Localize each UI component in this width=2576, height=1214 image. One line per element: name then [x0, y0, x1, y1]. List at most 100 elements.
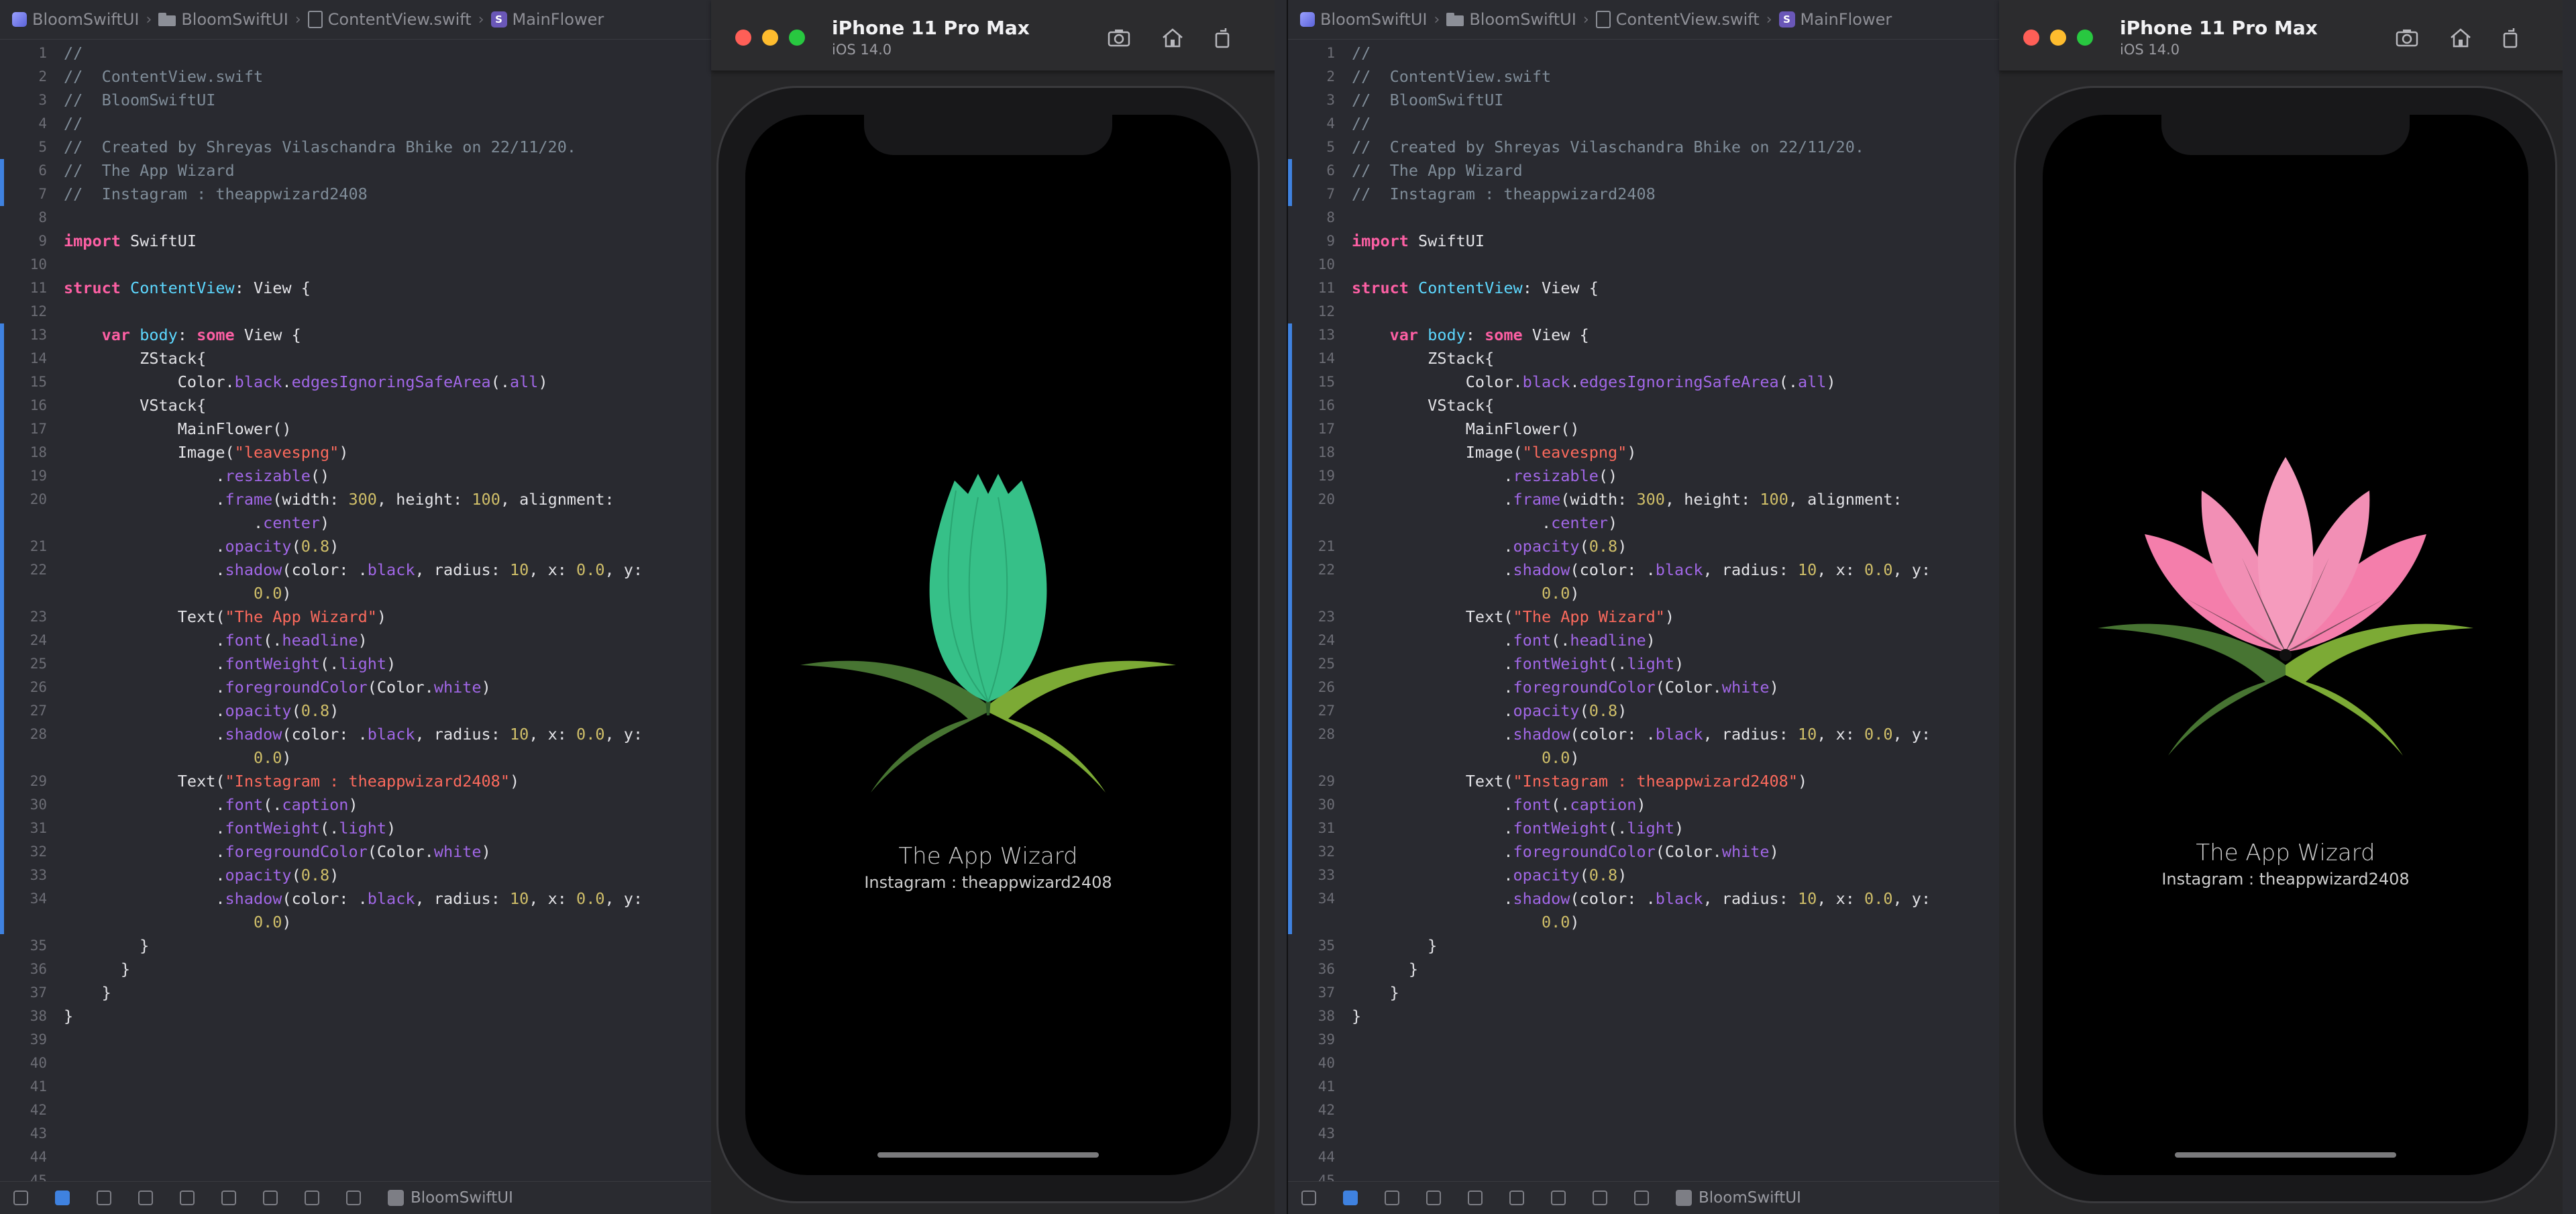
code-line[interactable]: 4 //: [1288, 112, 1999, 136]
code-line[interactable]: .center): [0, 511, 711, 535]
code-line[interactable]: 37 }: [0, 981, 711, 1005]
screenshot-camera-icon[interactable]: [1107, 27, 1131, 48]
code-line[interactable]: 0.0): [0, 582, 711, 605]
code-line[interactable]: 1 //: [1288, 42, 1999, 65]
code-line[interactable]: 11 struct ContentView: View {: [1288, 276, 1999, 300]
code-line[interactable]: 40: [0, 1052, 711, 1075]
code-line[interactable]: 21 .opacity(0.8): [1288, 535, 1999, 558]
code-line[interactable]: 29 Text("Instagram : theappwizard2408"): [1288, 770, 1999, 793]
code-line[interactable]: 38}: [1288, 1005, 1999, 1028]
breadcrumb-project[interactable]: BloomSwiftUI: [1300, 10, 1428, 29]
code-line[interactable]: 22 .shadow(color: .black, radius: 10, x:…: [0, 558, 711, 582]
rotate-device-icon[interactable]: [2499, 27, 2523, 48]
code-line[interactable]: 25 .fontWeight(.light): [1288, 652, 1999, 676]
code-line[interactable]: 20 .frame(width: 300, height: 100, align…: [0, 488, 711, 511]
code-line[interactable]: 2 // ContentView.swift: [1288, 65, 1999, 89]
code-line[interactable]: 10: [0, 253, 711, 276]
code-line[interactable]: 19 .resizable(): [0, 464, 711, 488]
code-line[interactable]: 44: [1288, 1146, 1999, 1169]
scheme-selector[interactable]: BloomSwiftUI: [388, 1189, 513, 1207]
code-line[interactable]: 35 }: [0, 934, 711, 958]
code-line[interactable]: 3 // BloomSwiftUI: [0, 89, 711, 112]
code-line[interactable]: 32 .foregroundColor(Color.white): [1288, 840, 1999, 864]
code-line[interactable]: 0.0): [1288, 746, 1999, 770]
code-line[interactable]: 18 Image("leavespng"): [0, 441, 711, 464]
code-line[interactable]: 41: [1288, 1075, 1999, 1099]
close-window-button[interactable]: [735, 30, 751, 46]
code-line[interactable]: 3 // BloomSwiftUI: [1288, 89, 1999, 112]
code-line[interactable]: 2 // ContentView.swift: [0, 65, 711, 89]
scheme-selector[interactable]: BloomSwiftUI: [1676, 1189, 1801, 1207]
source-change-bar[interactable]: [1288, 159, 1292, 206]
code-line[interactable]: 42: [0, 1099, 711, 1122]
code-line[interactable]: 5 // Created by Shreyas Vilaschandra Bhik…: [1288, 136, 1999, 159]
step-into-icon[interactable]: [1468, 1191, 1483, 1205]
code-line[interactable]: 11 struct ContentView: View {: [0, 276, 711, 300]
code-editor[interactable]: 1 // 2 // ContentView.swift 3 // BloomSwiftUI…: [0, 42, 711, 1188]
code-line[interactable]: 14 ZStack{: [0, 347, 711, 370]
code-line[interactable]: 23 Text("The App Wizard"): [0, 605, 711, 629]
code-line[interactable]: 0.0): [1288, 911, 1999, 934]
step-into-icon[interactable]: [180, 1191, 195, 1205]
code-line[interactable]: 29 Text("Instagram : theappwizard2408"): [0, 770, 711, 793]
iphone-screen[interactable]: The App Wizard Instagram : theappwizard2…: [745, 115, 1231, 1175]
code-line[interactable]: 12: [1288, 300, 1999, 323]
code-line[interactable]: 41: [0, 1075, 711, 1099]
memory-graph-icon[interactable]: [1593, 1191, 1607, 1205]
code-line[interactable]: 28 .shadow(color: .black, radius: 10, x:…: [1288, 723, 1999, 746]
code-line[interactable]: 35 }: [1288, 934, 1999, 958]
step-out-icon[interactable]: [221, 1191, 236, 1205]
code-line[interactable]: 30 .font(.caption): [1288, 793, 1999, 817]
code-line[interactable]: 31 .fontWeight(.light): [1288, 817, 1999, 840]
code-line[interactable]: 36 }: [0, 958, 711, 981]
source-change-bar[interactable]: [0, 159, 4, 206]
code-line[interactable]: 0.0): [1288, 582, 1999, 605]
breadcrumb-folder[interactable]: BloomSwiftUI: [158, 10, 288, 29]
code-line[interactable]: 8: [1288, 206, 1999, 230]
step-out-icon[interactable]: [1509, 1191, 1524, 1205]
code-line[interactable]: 36 }: [1288, 958, 1999, 981]
code-line[interactable]: 20 .frame(width: 300, height: 100, align…: [1288, 488, 1999, 511]
view-hierarchy-icon[interactable]: [263, 1191, 278, 1205]
breadcrumb-symbol[interactable]: S MainFlower: [1778, 10, 1892, 29]
code-line[interactable]: 24 .font(.headline): [1288, 629, 1999, 652]
code-line[interactable]: 0.0): [0, 911, 711, 934]
step-over-icon[interactable]: [1426, 1191, 1441, 1205]
code-line[interactable]: 7 // Instagram : theappwizard2408: [1288, 183, 1999, 206]
code-line[interactable]: 6 // The App Wizard: [0, 159, 711, 183]
step-over-icon[interactable]: [138, 1191, 153, 1205]
code-line[interactable]: 5 // Created by Shreyas Vilaschandra Bhik…: [0, 136, 711, 159]
code-line[interactable]: 26 .foregroundColor(Color.white): [1288, 676, 1999, 699]
code-line[interactable]: 28 .shadow(color: .black, radius: 10, x:…: [0, 723, 711, 746]
code-line[interactable]: 4 //: [0, 112, 711, 136]
code-line[interactable]: 15 Color.black.edgesIgnoringSafeArea(.al…: [0, 370, 711, 394]
code-line[interactable]: 12: [0, 300, 711, 323]
code-line[interactable]: 16 VStack{: [0, 394, 711, 417]
pause-icon[interactable]: [1385, 1191, 1399, 1205]
code-line[interactable]: 33 .opacity(0.8): [1288, 864, 1999, 887]
code-line[interactable]: 27 .opacity(0.8): [1288, 699, 1999, 723]
hide-debug-area-icon[interactable]: [1301, 1191, 1316, 1205]
rotate-device-icon[interactable]: [1211, 27, 1235, 48]
code-line[interactable]: 17 MainFlower(): [1288, 417, 1999, 441]
code-editor[interactable]: 1 // 2 // ContentView.swift 3 // BloomSwiftUI…: [1288, 42, 1999, 1188]
hide-debug-area-icon[interactable]: [13, 1191, 28, 1205]
source-change-bar[interactable]: [1288, 323, 1292, 934]
code-line[interactable]: 8: [0, 206, 711, 230]
code-line[interactable]: 38}: [0, 1005, 711, 1028]
code-line[interactable]: 32 .foregroundColor(Color.white): [0, 840, 711, 864]
breadcrumb-file[interactable]: ContentView.swift: [1595, 10, 1760, 29]
zoom-window-button[interactable]: [789, 30, 805, 46]
code-line[interactable]: 9 import SwiftUI: [0, 230, 711, 253]
code-line[interactable]: 13 var body: some View {: [0, 323, 711, 347]
breakpoints-toggle-icon[interactable]: [1343, 1191, 1358, 1205]
code-line[interactable]: 19 .resizable(): [1288, 464, 1999, 488]
breakpoints-toggle-icon[interactable]: [55, 1191, 70, 1205]
code-line[interactable]: 6 // The App Wizard: [1288, 159, 1999, 183]
screenshot-camera-icon[interactable]: [2395, 27, 2419, 48]
code-line[interactable]: 27 .opacity(0.8): [0, 699, 711, 723]
code-line[interactable]: 23 Text("The App Wizard"): [1288, 605, 1999, 629]
environment-overrides-icon[interactable]: [346, 1191, 361, 1205]
pause-icon[interactable]: [97, 1191, 111, 1205]
code-line[interactable]: 40: [1288, 1052, 1999, 1075]
